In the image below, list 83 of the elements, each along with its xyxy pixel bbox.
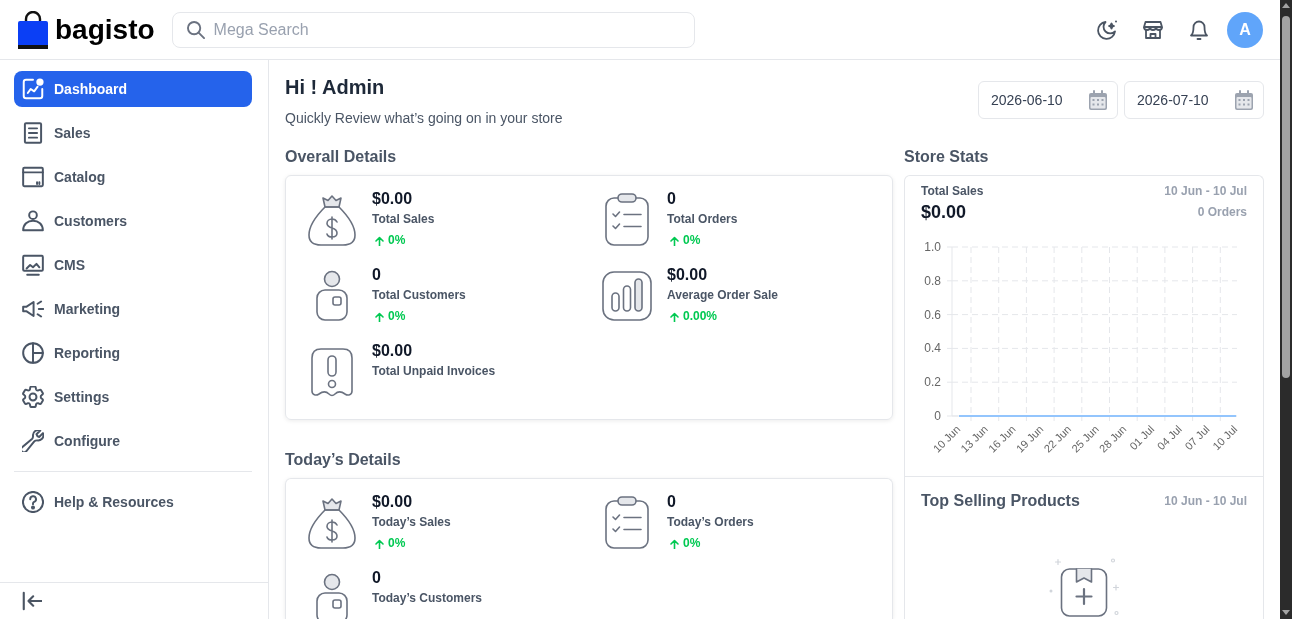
x-axis-label: 04 Jul xyxy=(1154,422,1184,453)
scrollbar-thumb[interactable] xyxy=(1282,16,1290,378)
stat-label: Total Sales xyxy=(921,183,984,200)
y-axis-label: 0.8 xyxy=(924,273,941,288)
settings-icon xyxy=(22,386,44,408)
stat-value: 0 xyxy=(667,189,676,209)
y-axis-label: 0.2 xyxy=(924,375,941,390)
date-field[interactable]: 2026-07-10 xyxy=(1124,81,1264,119)
person-icon xyxy=(315,572,349,619)
stat-value: $0.00 xyxy=(372,492,413,512)
stat-label: Average Order Sale xyxy=(667,287,778,304)
date-range: 10 Jun - 10 Jul xyxy=(1164,183,1247,200)
empty-box-icon xyxy=(1048,558,1120,619)
sidebar-item[interactable]: Settings xyxy=(14,379,252,415)
collapse-icon[interactable] xyxy=(22,591,42,611)
stat-value: $0.00 xyxy=(667,265,708,285)
stat-label: Total Sales xyxy=(372,211,435,228)
section-title: Top Selling Products xyxy=(921,491,1080,511)
shopping-bag-logo-icon[interactable] xyxy=(18,10,48,49)
sidebar-item[interactable]: Reporting xyxy=(14,335,252,371)
stat-value: $0.00 xyxy=(372,341,413,361)
sidebar-item[interactable]: Dashboard xyxy=(14,71,252,107)
stat-value: $0.00 xyxy=(921,201,967,224)
sidebar-item[interactable]: Customers xyxy=(14,203,252,239)
clipboard-icon xyxy=(604,192,650,247)
chart-icon xyxy=(22,78,44,100)
monitor-icon xyxy=(22,254,44,276)
scrollbar[interactable] xyxy=(1280,0,1292,619)
section-heading: Overall Details xyxy=(285,147,398,167)
stat-value: 0 xyxy=(667,492,676,512)
pie-chart-icon xyxy=(22,342,44,364)
stat-change: 0% xyxy=(388,232,406,249)
search-icon xyxy=(186,20,205,39)
y-axis-label: 0.4 xyxy=(924,341,941,356)
sidebar-item[interactable]: Configure xyxy=(14,423,252,459)
stat-change: 0% xyxy=(683,535,701,552)
person-icon xyxy=(22,210,44,232)
stat-change: 0.00% xyxy=(683,308,718,325)
help-icon xyxy=(22,491,44,513)
sidebar-item[interactable]: CMS xyxy=(14,247,252,283)
x-axis-label: 01 Jul xyxy=(1127,422,1157,453)
scroll-down-icon[interactable] xyxy=(1282,610,1290,615)
layout-icon xyxy=(22,166,44,188)
money-bag-icon xyxy=(307,495,357,550)
bar-chart-icon xyxy=(602,270,652,321)
section-heading: Today’s Details xyxy=(285,450,402,470)
stat-label: Today’s Customers xyxy=(372,590,483,607)
document-icon xyxy=(22,122,44,144)
scroll-up-icon[interactable] xyxy=(1282,3,1290,8)
stat-change: 0% xyxy=(388,535,406,552)
sidebar-item[interactable]: Catalog xyxy=(14,159,252,195)
y-axis-label: 0.6 xyxy=(924,307,941,322)
x-axis-label: 10 Jul xyxy=(1210,422,1240,453)
stat-label: Total Orders xyxy=(667,211,738,228)
stat-value: 0 xyxy=(372,568,381,588)
stat-label: Today’s Sales xyxy=(372,514,451,531)
clipboard-icon xyxy=(604,495,650,550)
stat-label: Today’s Orders xyxy=(667,514,754,531)
exclamation-receipt-icon xyxy=(310,346,354,397)
order-count: 0 Orders xyxy=(1197,204,1247,221)
sidebar-item[interactable]: Help & Resources xyxy=(14,484,252,520)
date-field[interactable]: 2026-06-10 xyxy=(978,81,1118,119)
stat-change: 0% xyxy=(388,308,406,325)
stat-value: $0.00 xyxy=(372,189,413,209)
search-field[interactable]: Mega Search xyxy=(171,11,695,48)
y-axis-label: 1.0 xyxy=(924,240,941,254)
wrench-icon xyxy=(22,430,44,452)
megaphone-icon xyxy=(22,298,44,320)
stat-label: Total Customers xyxy=(372,287,466,304)
page-subtitle: Quickly Review what’s going on in your store xyxy=(285,109,563,128)
sidebar-item[interactable]: Sales xyxy=(14,115,252,151)
stat-value: 0 xyxy=(372,265,381,285)
y-axis-label: 0 xyxy=(934,409,941,423)
stat-change: 0% xyxy=(683,232,701,249)
logo-text[interactable]: bagisto xyxy=(55,15,155,44)
stat-label: Total Unpaid Invoices xyxy=(372,363,496,380)
money-bag-icon xyxy=(307,192,357,247)
person-icon xyxy=(315,269,349,322)
date-range: 10 Jun - 10 Jul xyxy=(1164,493,1247,509)
page-title: Hi ! Admin xyxy=(285,75,385,100)
section-heading: Store Stats xyxy=(904,147,990,167)
sidebar-item[interactable]: Marketing xyxy=(14,291,252,327)
x-axis-label: 07 Jul xyxy=(1182,422,1212,453)
